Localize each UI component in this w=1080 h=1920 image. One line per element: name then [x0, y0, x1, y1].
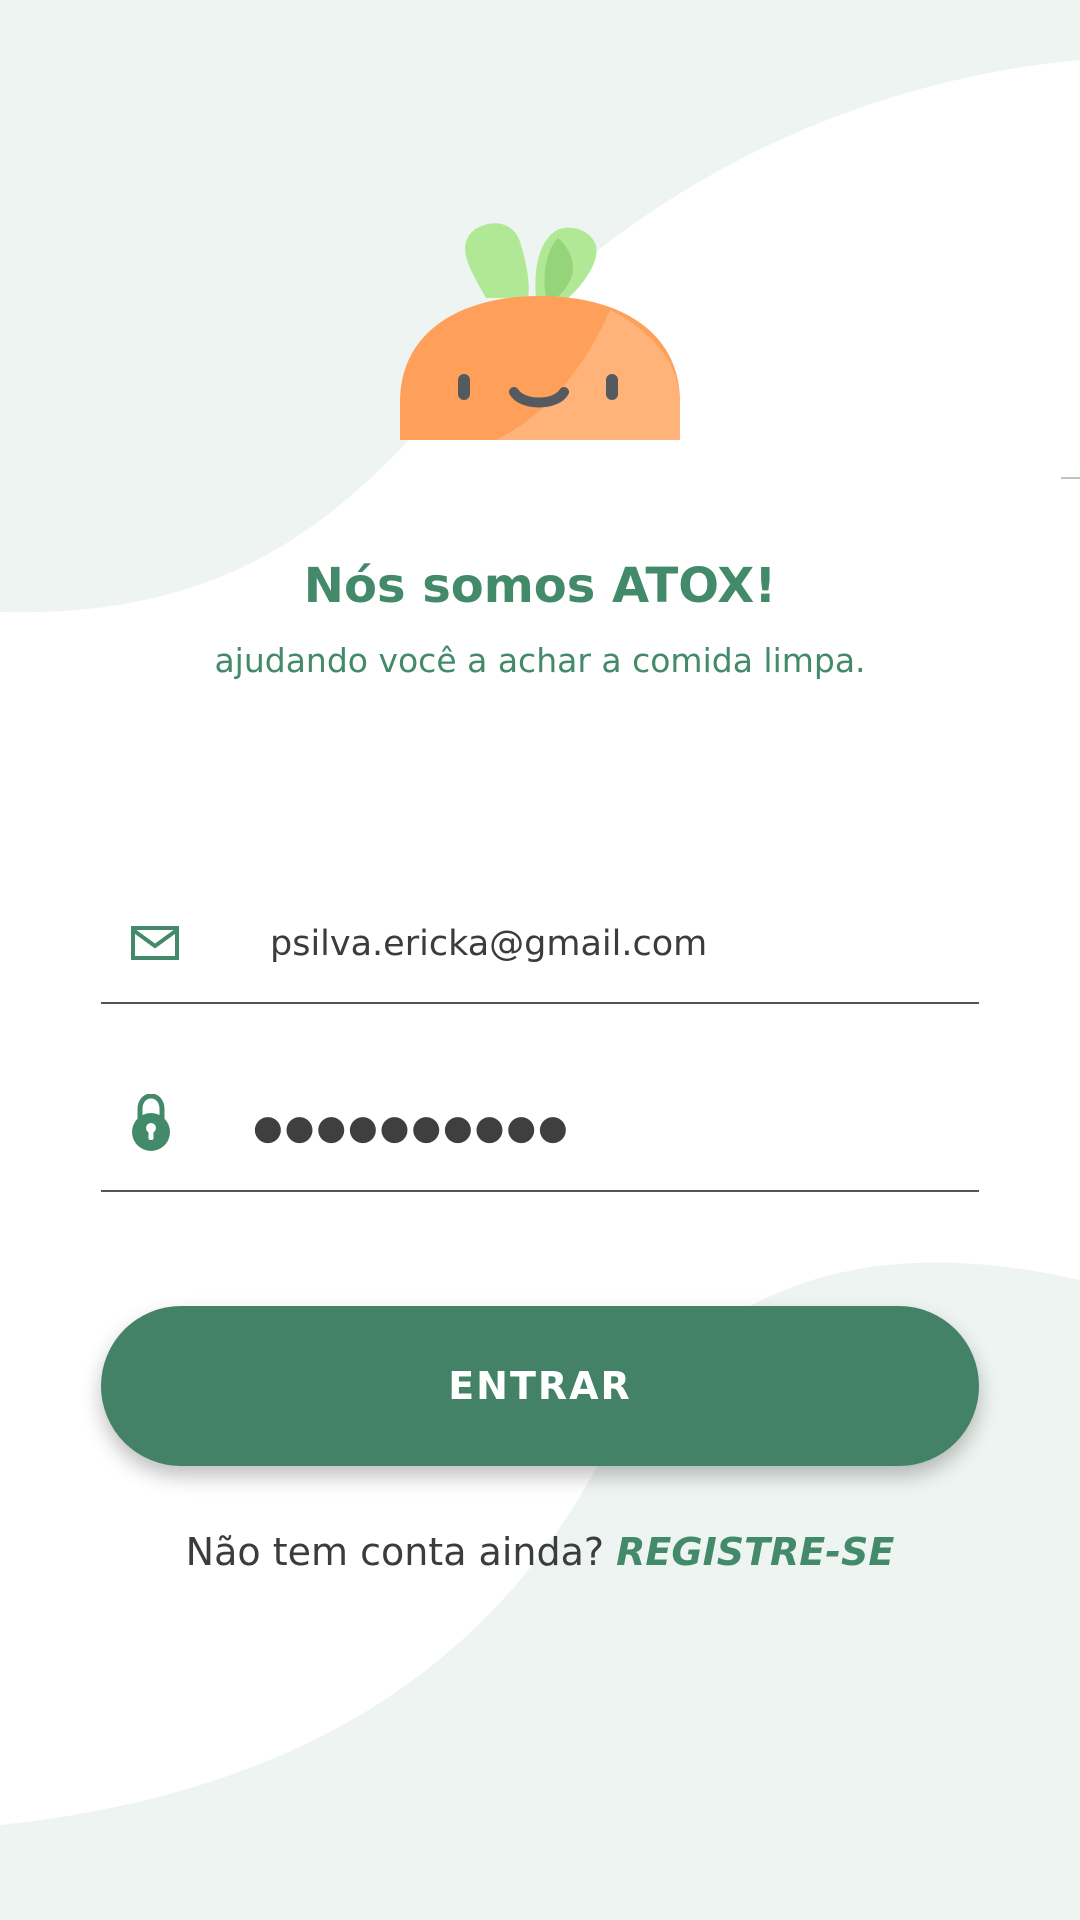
edge-divider — [1061, 477, 1080, 479]
page-subtitle: ajudando você a achar a comida limpa. — [214, 641, 866, 680]
register-link[interactable]: REGISTRE-SE — [616, 1530, 894, 1574]
email-field[interactable]: psilva.ericka@gmail.com — [101, 902, 979, 1004]
email-input-value[interactable]: psilva.ericka@gmail.com — [270, 920, 707, 968]
login-button-label: ENTRAR — [448, 1364, 632, 1408]
register-prompt: Não tem conta ainda? REGISTRE-SE — [0, 1526, 1080, 1578]
password-field[interactable]: ●●●●●●●●●● — [101, 1070, 979, 1192]
lock-icon — [132, 1094, 170, 1151]
envelope-icon — [131, 926, 179, 960]
page-title: Nós somos ATOX! — [303, 558, 777, 614]
login-button[interactable]: ENTRAR — [101, 1306, 979, 1466]
password-input-value[interactable]: ●●●●●●●●●● — [253, 1104, 570, 1152]
carrot-mascot-logo — [400, 223, 680, 440]
register-prompt-text: Não tem conta ainda? — [185, 1530, 605, 1574]
